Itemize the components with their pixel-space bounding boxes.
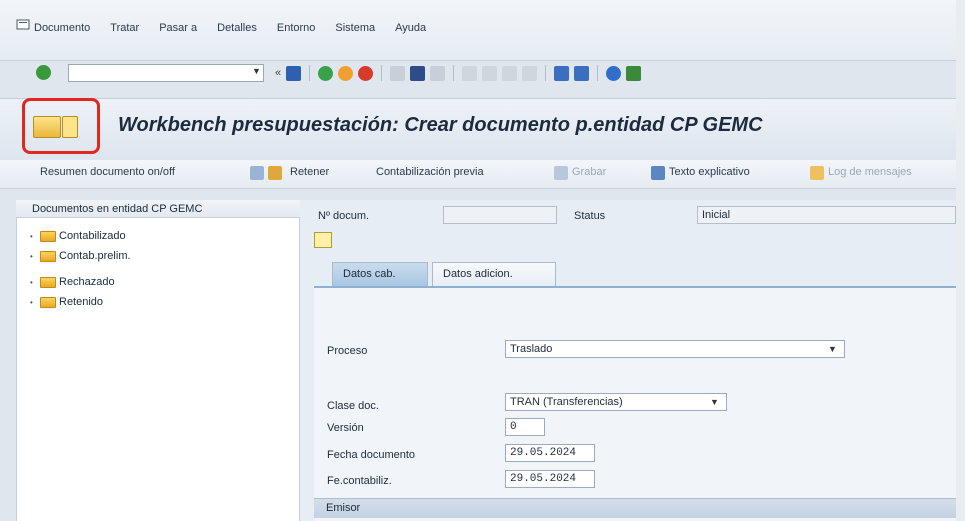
previous-page-icon[interactable]: [482, 65, 498, 81]
tab-datos-cab[interactable]: Datos cab.: [332, 262, 428, 286]
command-dropdown-icon[interactable]: ▼: [252, 66, 261, 76]
tree-node-label: Contab.prelim.: [59, 250, 131, 262]
process-select[interactable]: Traslado: [505, 340, 845, 358]
doc-number-label: Nº docum.: [318, 210, 370, 222]
command-field[interactable]: [68, 64, 264, 82]
hold-button[interactable]: Retener: [290, 166, 329, 178]
shortcut-icon[interactable]: [574, 65, 590, 81]
menu-row: Documento Tratar Pasar a Detalles Entorn…: [22, 22, 446, 40]
process-dropdown-icon[interactable]: ▼: [828, 344, 837, 354]
menu-detalles[interactable]: Detalles: [217, 22, 257, 40]
posting-date-label: Fe.contabiliz.: [327, 475, 392, 487]
tree-node-contabilizado[interactable]: • Contabilizado: [30, 228, 126, 244]
page-title: Workbench presupuestación: Crear documen…: [118, 114, 763, 136]
process-label: Proceso: [327, 345, 368, 357]
version-field[interactable]: 0: [505, 418, 545, 436]
folder-icon: [40, 276, 56, 288]
toolbar-separator: [381, 65, 383, 81]
last-page-icon[interactable]: [522, 65, 538, 81]
explain-icon: [651, 166, 665, 180]
tab-datos-adicion[interactable]: Datos adicion.: [432, 262, 556, 286]
message-log-button[interactable]: Log de mensajes: [828, 166, 912, 178]
doc-number-field[interactable]: [443, 206, 557, 224]
park-button[interactable]: Contabilización previa: [376, 166, 484, 178]
tree-node-contab-prelim[interactable]: • Contab.prelim.: [30, 248, 131, 264]
menu-pasar-a[interactable]: Pasar a: [159, 22, 197, 40]
toolbar-separator: [453, 65, 455, 81]
tree-node-label: Retenido: [59, 296, 104, 308]
next-page-icon[interactable]: [502, 65, 518, 81]
tree-node-label: Rechazado: [59, 276, 115, 288]
hold-icon: [268, 166, 282, 180]
save-disabled-icon: [554, 166, 568, 180]
save-button[interactable]: Grabar: [572, 166, 606, 178]
expand-icon[interactable]: •: [30, 278, 36, 287]
expand-icon[interactable]: •: [30, 252, 36, 261]
cancel-icon[interactable]: [358, 65, 374, 81]
save-icon[interactable]: [286, 65, 302, 81]
doc-class-dropdown-icon[interactable]: ▼: [710, 397, 719, 407]
window-edge: [956, 0, 965, 521]
status-field[interactable]: Inicial: [697, 206, 956, 224]
menu-documento[interactable]: Documento: [34, 22, 90, 40]
print-icon[interactable]: [390, 65, 406, 81]
folder-icon: [40, 230, 56, 242]
help-icon[interactable]: [606, 65, 622, 81]
back-icon[interactable]: [318, 65, 334, 81]
menu-ayuda[interactable]: Ayuda: [395, 22, 426, 40]
tree-node-rechazado[interactable]: • Rechazado: [30, 274, 115, 290]
menu-tratar[interactable]: Tratar: [110, 22, 139, 40]
doc-class-select[interactable]: TRAN (Transferencias): [505, 393, 727, 411]
enter-check-icon[interactable]: [36, 65, 51, 80]
folder-icon: [40, 250, 56, 262]
summary-toggle-button[interactable]: Resumen documento on/off: [40, 166, 175, 178]
tree-header: Documentos en entidad CP GEMC: [16, 200, 300, 218]
expand-icon[interactable]: •: [30, 298, 36, 307]
expand-icon[interactable]: •: [30, 232, 36, 241]
menu-entorno[interactable]: Entorno: [277, 22, 316, 40]
find-icon[interactable]: [410, 65, 426, 81]
new-session-icon[interactable]: [554, 65, 570, 81]
tree-node-retenido[interactable]: • Retenido: [30, 294, 103, 310]
posting-date-field[interactable]: 29.05.2024: [505, 470, 595, 488]
toolbar-separator: [309, 65, 311, 81]
wand-icon[interactable]: [250, 166, 264, 180]
first-page-icon[interactable]: [462, 65, 478, 81]
doc-date-label: Fecha documento: [327, 449, 416, 461]
doc-date-field[interactable]: 29.05.2024: [505, 444, 595, 462]
standard-toolbar: «: [275, 63, 642, 83]
folder-icon: [40, 296, 56, 308]
message-log-icon: [810, 166, 824, 180]
explanation-text-button[interactable]: Texto explicativo: [669, 166, 750, 178]
layout-icon[interactable]: [626, 65, 642, 81]
doc-class-label: Clase doc.: [327, 400, 379, 412]
status-label: Status: [574, 210, 606, 222]
toggle-header-icon[interactable]: [314, 232, 332, 248]
highlight-box: [22, 98, 100, 154]
toolbar-separator: [597, 65, 599, 81]
find-next-icon[interactable]: [430, 65, 446, 81]
tree-node-label: Contabilizado: [59, 230, 126, 242]
exit-icon[interactable]: [338, 65, 354, 81]
menu-sistema[interactable]: Sistema: [335, 22, 375, 40]
collapse-icon[interactable]: «: [275, 67, 281, 79]
version-label: Versión: [327, 422, 364, 434]
toolbar-separator: [545, 65, 547, 81]
issuer-section-header: Emisor: [314, 498, 965, 518]
